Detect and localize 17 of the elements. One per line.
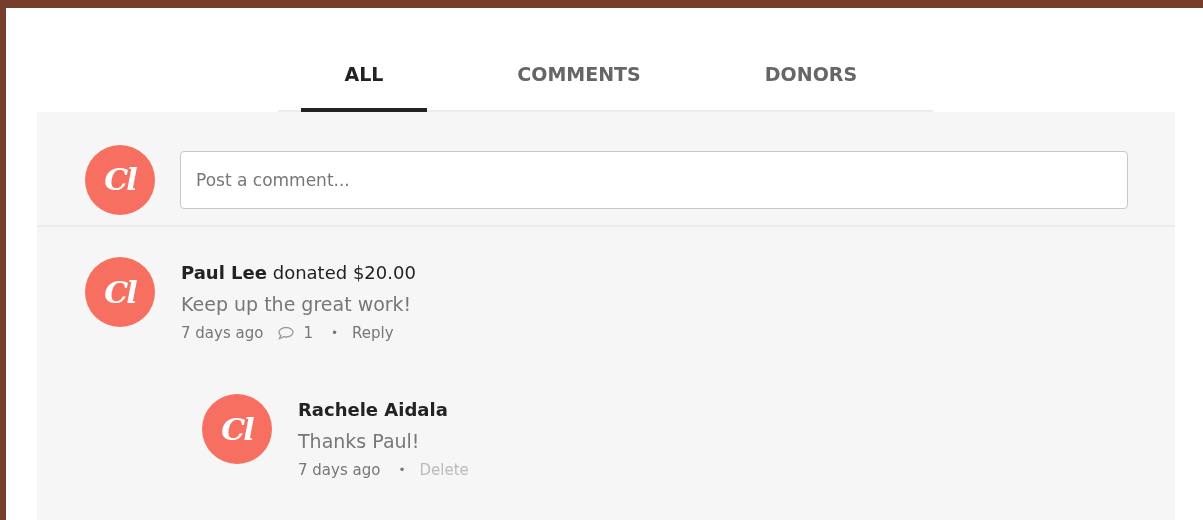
comment-text: Keep up the great work! [181, 293, 413, 315]
comment-heading: Paul Lee donated $20.00 [181, 262, 416, 283]
reply-count: 1 [303, 324, 313, 342]
comment-input[interactable]: Post a comment... [180, 150, 1128, 209]
avatar: Cl [202, 394, 272, 464]
tab[interactable]: COMMENTS [489, 40, 669, 112]
separator-dot: • [398, 463, 406, 477]
timestamp: 7 days ago [298, 461, 381, 479]
speech-bubble-icon [277, 326, 296, 340]
comment-heading: Rachele Aidala [298, 399, 449, 420]
comment-text: Thanks Paul! [298, 430, 421, 452]
timestamp: 7 days ago [181, 324, 264, 342]
avatar: Cl [85, 144, 155, 215]
reply-link[interactable]: Reply [352, 324, 394, 342]
avatar: Cl [85, 257, 155, 327]
tab[interactable]: DONORS [721, 40, 901, 112]
separator-dot: • [330, 326, 338, 340]
